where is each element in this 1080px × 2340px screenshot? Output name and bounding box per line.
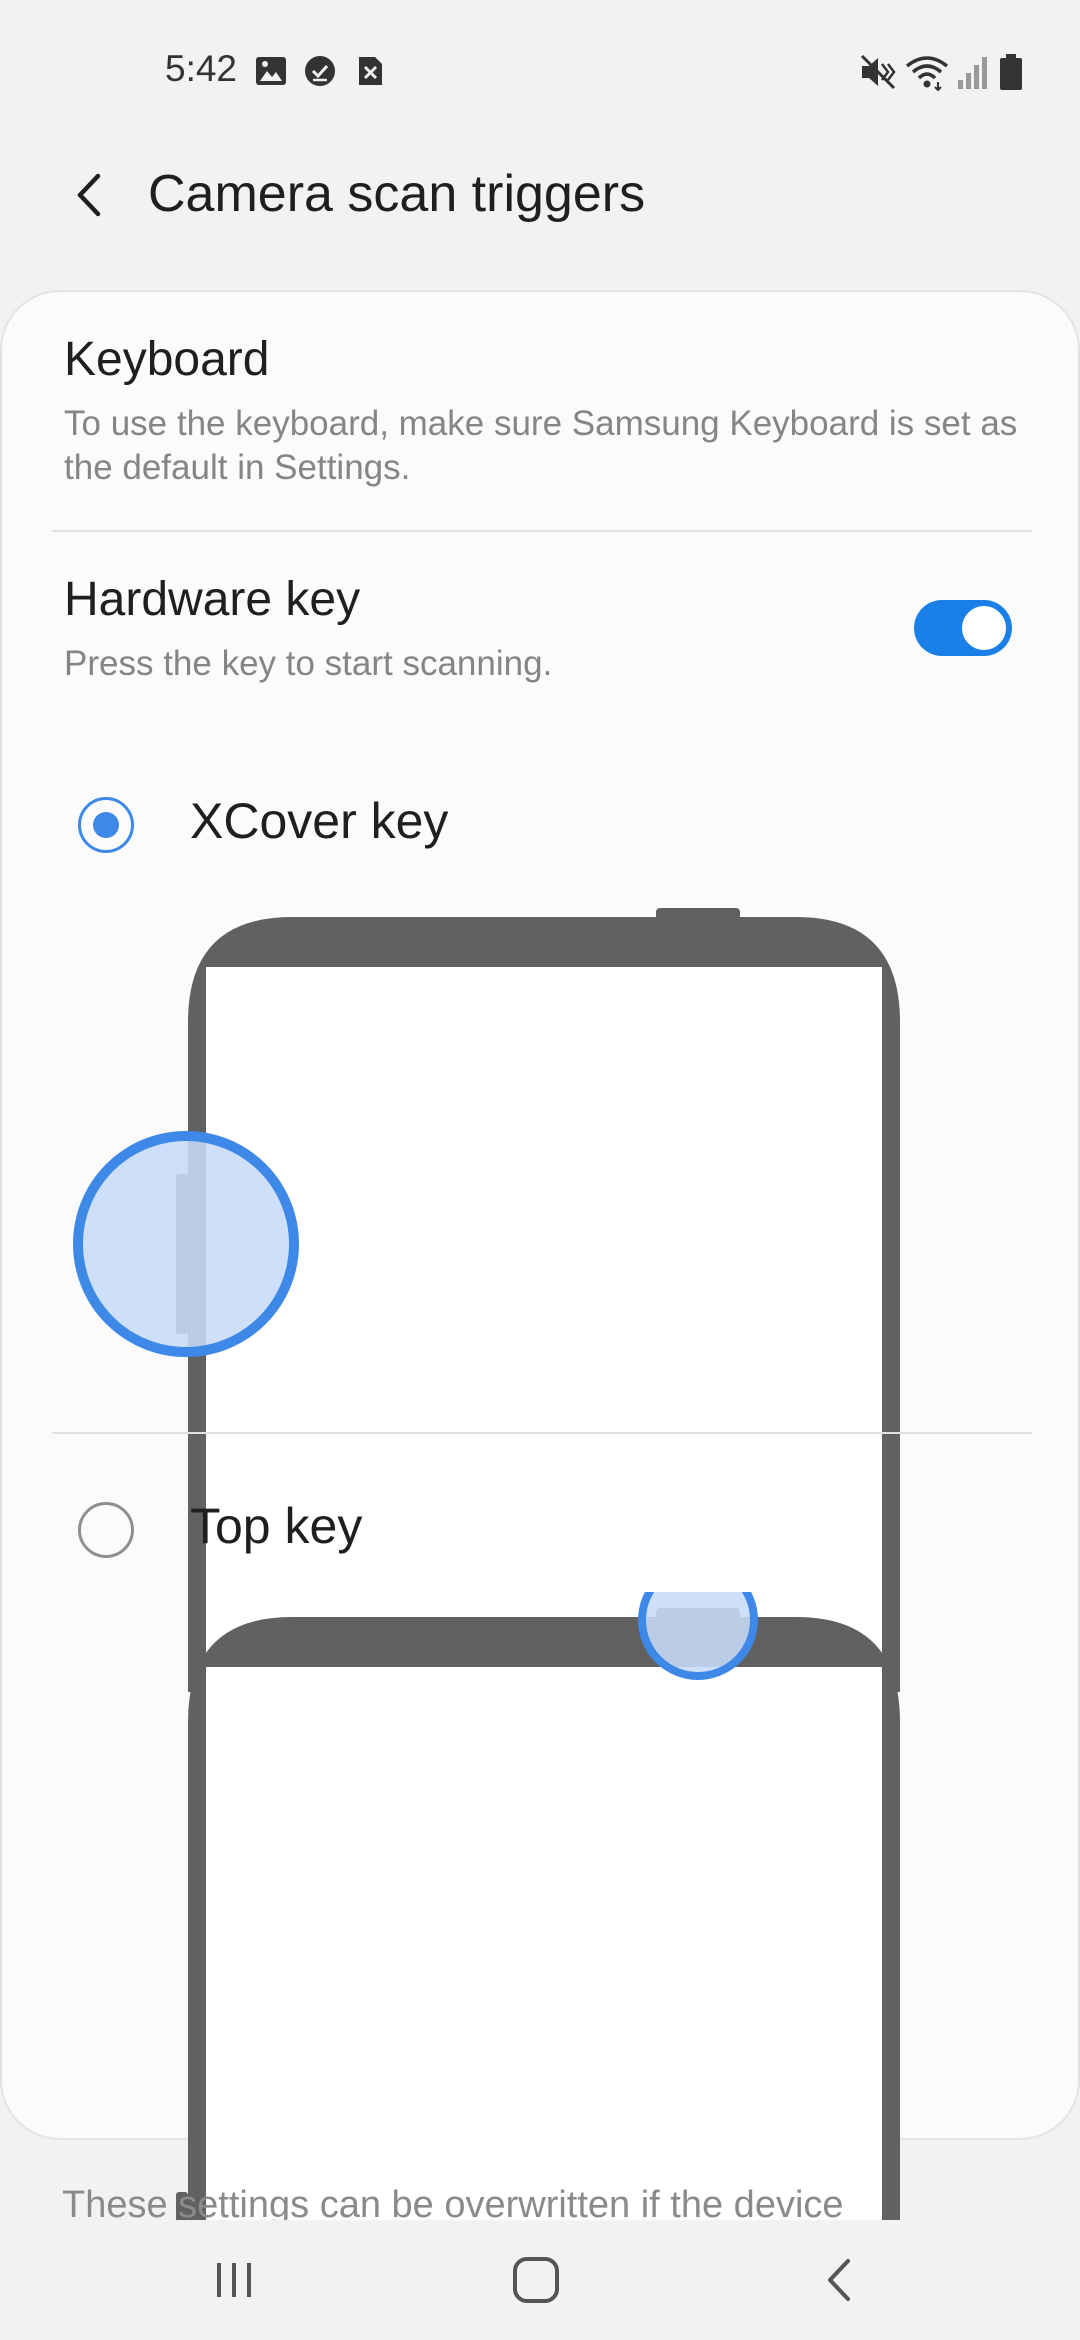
back-icon <box>828 2259 850 2301</box>
xcover-key-option[interactable]: XCover key <box>2 752 1080 882</box>
sim-error-icon <box>359 57 382 85</box>
mute-icon <box>860 54 896 90</box>
top-key-label: Top key <box>190 1498 363 1554</box>
navigation-bar <box>0 2220 1080 2340</box>
xcover-key-label: XCover key <box>190 793 449 849</box>
divider <box>52 1432 1032 1434</box>
hardware-key-description: Press the key to start scanning. <box>64 644 553 683</box>
home-icon <box>513 2257 559 2303</box>
battery-icon <box>1000 54 1022 90</box>
app-bar: Camera scan triggers <box>0 130 1080 260</box>
top-key-radio[interactable] <box>78 1502 134 1558</box>
top-key-option[interactable]: Top key <box>2 1457 1080 1587</box>
back-button[interactable] <box>50 155 130 235</box>
image-icon <box>256 57 286 85</box>
toggle-thumb <box>959 603 1009 653</box>
footer-note: These settings can be overwritten if the… <box>62 2184 844 2222</box>
nav-back-button[interactable] <box>780 2240 900 2320</box>
keyboard-title: Keyboard <box>64 333 270 386</box>
check-circle-icon <box>305 56 335 86</box>
wifi-icon <box>905 56 949 92</box>
signal-icon <box>958 57 987 89</box>
keyboard-row[interactable]: Keyboard To use the keyboard, make sure … <box>2 292 1080 532</box>
page-title: Camera scan triggers <box>148 165 646 223</box>
hardware-key-title: Hardware key <box>64 573 361 626</box>
recents-icon <box>217 2263 251 2297</box>
keyboard-description: To use the keyboard, make sure Samsung K… <box>64 404 1018 487</box>
chevron-left-icon <box>77 173 101 217</box>
xcover-key-radio[interactable] <box>78 797 134 853</box>
screen: 5:42 Camera scan triggers Keyboard To us… <box>0 0 1080 2340</box>
settings-card: Keyboard To use the keyboard, make sure … <box>0 290 1080 2340</box>
status-bar: 5:42 <box>0 0 1080 130</box>
hardware-key-toggle[interactable] <box>914 600 1012 656</box>
status-time: 5:42 <box>165 48 238 89</box>
recents-button[interactable] <box>174 2240 294 2320</box>
home-button[interactable] <box>476 2240 596 2320</box>
radio-dot <box>93 812 119 838</box>
